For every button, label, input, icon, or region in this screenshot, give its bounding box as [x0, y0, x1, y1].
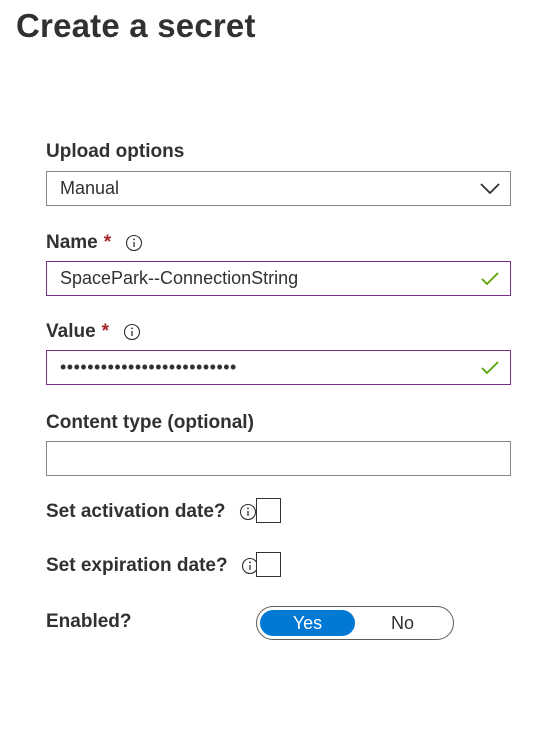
page-title: Create a secret: [16, 7, 256, 44]
name-input[interactable]: SpacePark--ConnectionString: [46, 261, 511, 296]
upload-options-dropdown[interactable]: Manual: [46, 171, 511, 206]
enabled-no-option[interactable]: No: [355, 610, 450, 636]
enabled-toggle[interactable]: Yes No: [256, 606, 454, 640]
upload-options-selected-value: Manual: [60, 178, 120, 198]
name-input-value: SpacePark--ConnectionString: [60, 268, 299, 288]
content-type-label-text: Content type (optional): [46, 412, 254, 433]
name-required-mark: *: [103, 232, 112, 253]
info-icon[interactable]: [123, 323, 141, 341]
content-type-label: Content type (optional): [46, 411, 254, 435]
activation-date-checkbox[interactable]: [256, 498, 281, 523]
value-password-input[interactable]: ••••••••••••••••••••••••••: [46, 350, 511, 385]
activation-date-label: Set activation date?: [46, 500, 257, 524]
chevron-down-icon: [479, 178, 501, 200]
enabled-label: Enabled?: [46, 610, 132, 634]
activation-date-label-text: Set activation date?: [46, 501, 226, 522]
content-type-input[interactable]: [46, 441, 511, 476]
value-input-masked: ••••••••••••••••••••••••••: [60, 357, 237, 377]
checkmark-icon: [479, 268, 501, 290]
value-required-mark: *: [101, 321, 110, 342]
name-label: Name *: [46, 231, 143, 255]
upload-options-label-text: Upload options: [46, 141, 185, 162]
value-label: Value *: [46, 320, 141, 344]
checkmark-icon: [479, 357, 501, 379]
info-icon[interactable]: [125, 234, 143, 252]
enabled-label-text: Enabled?: [46, 611, 132, 632]
name-label-text: Name: [46, 232, 98, 253]
upload-options-label: Upload options: [46, 140, 184, 164]
value-label-text: Value: [46, 321, 96, 342]
enabled-yes-option[interactable]: Yes: [260, 610, 355, 636]
expiration-date-checkbox[interactable]: [256, 552, 281, 577]
expiration-date-label: Set expiration date?: [46, 554, 259, 578]
expiration-date-label-text: Set expiration date?: [46, 555, 228, 576]
info-icon[interactable]: [239, 503, 257, 521]
